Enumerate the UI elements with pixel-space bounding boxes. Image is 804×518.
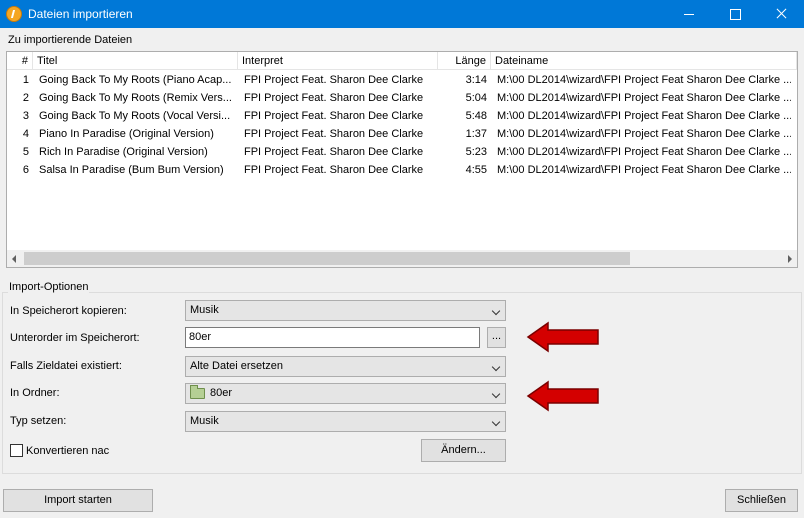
horizontal-scrollbar[interactable] xyxy=(7,250,797,267)
if-exists-value: Alte Datei ersetzen xyxy=(190,360,283,372)
table-row[interactable]: 5 Rich In Paradise (Original Version) FP… xyxy=(7,143,797,161)
row-title: Rich In Paradise (Original Version) xyxy=(39,146,208,158)
copy-to-location-select[interactable]: Musik xyxy=(185,300,506,321)
column-header-artist[interactable]: Interpret xyxy=(238,52,438,70)
row-artist: FPI Project Feat. Sharon Dee Clarke xyxy=(244,110,424,122)
copy-to-location-label: In Speicherort kopieren: xyxy=(10,305,127,317)
folder-icon xyxy=(190,385,205,399)
chevron-down-icon xyxy=(491,306,501,316)
in-folder-value: 80er xyxy=(210,387,233,399)
row-artist: FPI Project Feat. Sharon Dee Clarke xyxy=(244,74,424,86)
row-number: 3 xyxy=(22,110,29,122)
row-title: Salsa In Paradise (Bum Bum Version) xyxy=(39,164,224,176)
row-number: 4 xyxy=(22,128,29,140)
app-icon xyxy=(6,6,22,22)
row-filename: M:\00 DL2014\wizard\FPI Project Feat Sha… xyxy=(497,164,791,176)
scroll-right-icon[interactable] xyxy=(788,255,792,263)
red-arrow-icon xyxy=(526,321,599,353)
row-filename: M:\00 DL2014\wizard\FPI Project Feat Sha… xyxy=(497,146,791,158)
close-button[interactable]: Schließen xyxy=(725,489,798,512)
column-header-length[interactable]: Länge xyxy=(438,52,491,70)
if-exists-label: Falls Zieldatei existiert: xyxy=(10,360,122,372)
row-filename: M:\00 DL2014\wizard\FPI Project Feat Sha… xyxy=(497,92,791,104)
row-artist: FPI Project Feat. Sharon Dee Clarke xyxy=(244,128,424,140)
row-filename: M:\00 DL2014\wizard\FPI Project Feat Sha… xyxy=(497,128,791,140)
chevron-down-icon xyxy=(491,389,501,399)
subfolder-input[interactable]: 80er xyxy=(185,327,480,348)
row-length: 5:04 xyxy=(465,92,487,104)
window-title: Dateien importieren xyxy=(28,7,133,21)
if-exists-select[interactable]: Alte Datei ersetzen xyxy=(185,356,506,377)
row-filename: M:\00 DL2014\wizard\FPI Project Feat Sha… xyxy=(497,110,791,122)
table-row[interactable]: 6 Salsa In Paradise (Bum Bum Version) FP… xyxy=(7,161,797,179)
row-length: 3:14 xyxy=(465,74,487,86)
browse-button[interactable]: ... xyxy=(487,327,506,348)
close-window-button[interactable] xyxy=(758,0,804,28)
row-number: 5 xyxy=(22,146,29,158)
row-number: 1 xyxy=(22,74,29,86)
set-type-label: Typ setzen: xyxy=(10,415,67,427)
table-row[interactable]: 4 Piano In Paradise (Original Version) F… xyxy=(7,125,797,143)
column-header-filename[interactable]: Dateiname xyxy=(491,52,797,70)
in-folder-label: In Ordner: xyxy=(10,387,60,399)
copy-to-location-value: Musik xyxy=(190,304,219,316)
files-group-label: Zu importierende Dateien xyxy=(8,34,133,46)
convert-checkbox[interactable] xyxy=(10,444,23,457)
subfolder-label: Unterorder im Speicherort: xyxy=(10,332,140,344)
import-options-legend: Import-Optionen xyxy=(8,281,90,293)
row-length: 5:23 xyxy=(465,146,487,158)
row-title: Piano In Paradise (Original Version) xyxy=(39,128,214,140)
row-title: Going Back To My Roots (Vocal Versi... xyxy=(39,110,231,122)
change-button[interactable]: Ändern... xyxy=(421,439,506,462)
files-list-header: # Titel Interpret Länge Dateiname xyxy=(7,52,797,70)
row-length: 1:37 xyxy=(465,128,487,140)
row-number: 6 xyxy=(22,164,29,176)
scroll-left-icon[interactable] xyxy=(12,255,16,263)
column-header-title[interactable]: Titel xyxy=(33,52,238,70)
set-type-value: Musik xyxy=(190,415,219,427)
scrollbar-thumb[interactable] xyxy=(24,252,630,265)
row-length: 5:48 xyxy=(465,110,487,122)
row-filename: M:\00 DL2014\wizard\FPI Project Feat Sha… xyxy=(497,74,791,86)
set-type-select[interactable]: Musik xyxy=(185,411,506,432)
title-bar: Dateien importieren xyxy=(0,0,804,28)
row-artist: FPI Project Feat. Sharon Dee Clarke xyxy=(244,164,424,176)
table-row[interactable]: 1 Going Back To My Roots (Piano Acap... … xyxy=(7,71,797,89)
row-title: Going Back To My Roots (Piano Acap... xyxy=(39,74,232,86)
row-artist: FPI Project Feat. Sharon Dee Clarke xyxy=(244,92,424,104)
column-header-number[interactable]: # xyxy=(7,52,33,70)
table-row[interactable]: 2 Going Back To My Roots (Remix Vers... … xyxy=(7,89,797,107)
row-length: 4:55 xyxy=(465,164,487,176)
minimize-button[interactable] xyxy=(666,0,712,28)
maximize-button[interactable] xyxy=(712,0,758,28)
table-row[interactable]: 3 Going Back To My Roots (Vocal Versi...… xyxy=(7,107,797,125)
in-folder-select[interactable]: 80er xyxy=(185,383,506,404)
row-title: Going Back To My Roots (Remix Vers... xyxy=(39,92,232,104)
row-number: 2 xyxy=(22,92,29,104)
convert-label: Konvertieren nac xyxy=(26,445,110,457)
row-artist: FPI Project Feat. Sharon Dee Clarke xyxy=(244,146,424,158)
files-list[interactable]: # Titel Interpret Länge Dateiname 1 Goin… xyxy=(6,51,798,268)
chevron-down-icon xyxy=(491,362,501,372)
red-arrow-icon xyxy=(526,380,599,412)
chevron-down-icon xyxy=(491,417,501,427)
start-import-button[interactable]: Import starten xyxy=(3,489,153,512)
